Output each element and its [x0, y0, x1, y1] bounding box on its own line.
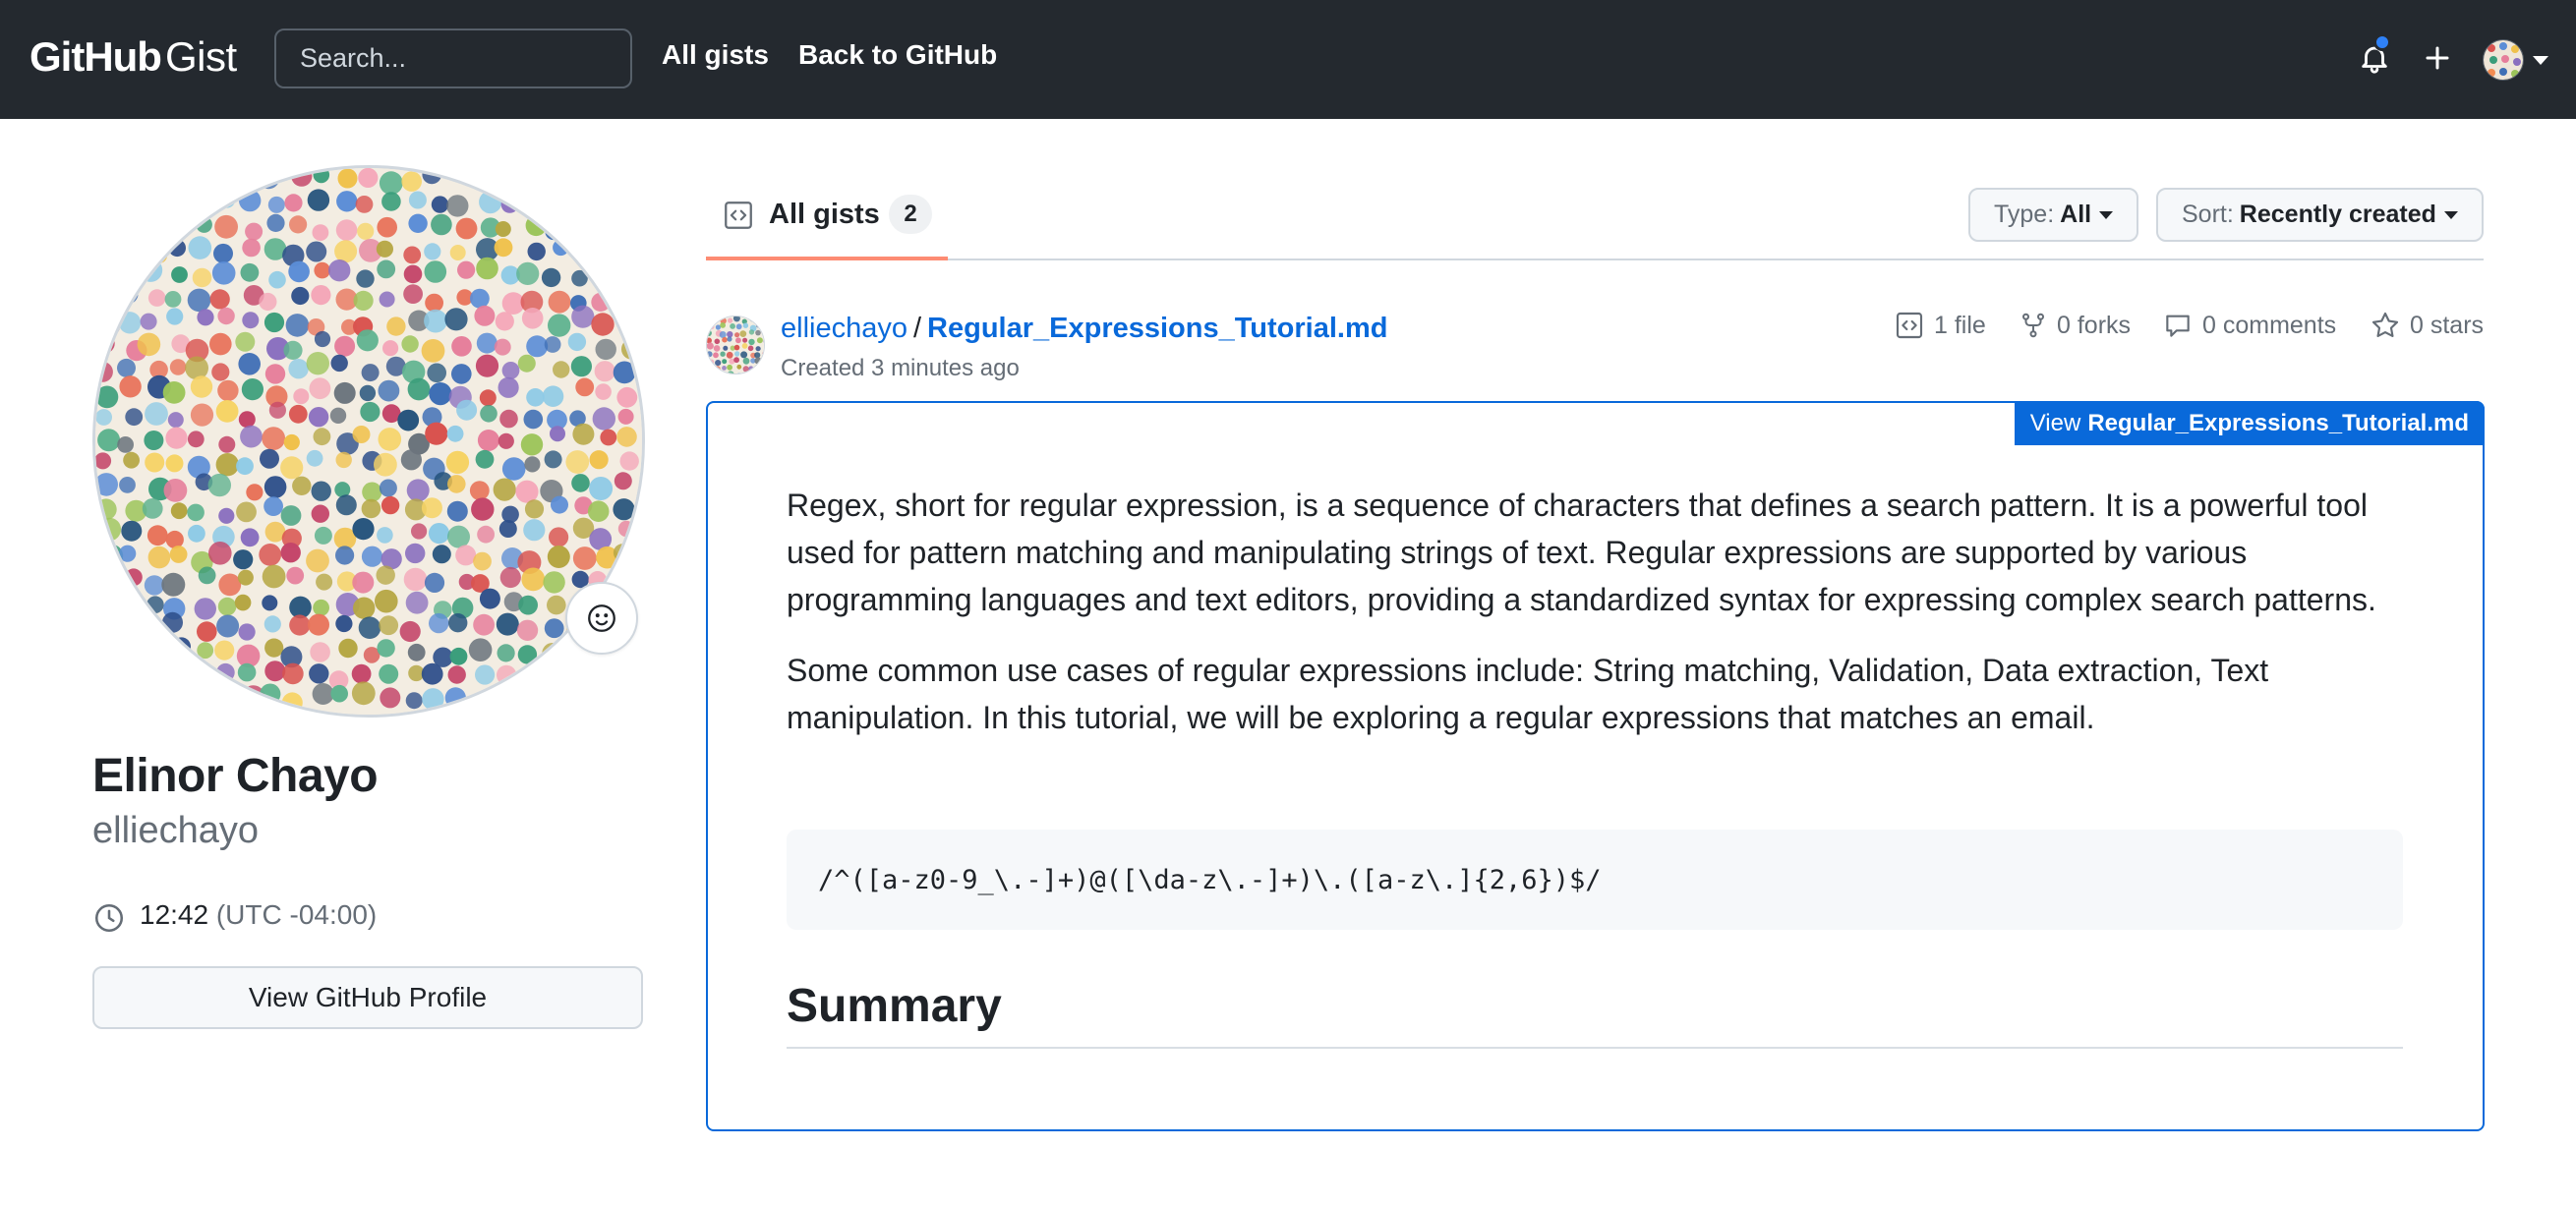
tab-label: All gists — [769, 199, 880, 230]
user-avatar-menu[interactable] — [2483, 39, 2524, 81]
forks-count-link[interactable]: 0 forks — [2019, 310, 2131, 341]
summary-heading: Summary — [787, 979, 2403, 1049]
code-square-icon — [725, 201, 752, 229]
github-gist-logo[interactable]: GitHub Gist — [29, 33, 237, 85]
view-file-button[interactable]: View Regular_Expressions_Tutorial.md — [2014, 401, 2485, 445]
tabs-divider — [706, 259, 2484, 260]
notification-indicator — [2373, 33, 2391, 51]
profile-username: elliechayo — [92, 810, 259, 851]
gist-title: elliechayo / Regular_Expressions_Tutorial.… — [781, 313, 1387, 345]
comments-count-link[interactable]: 0 comments — [2162, 310, 2336, 341]
paragraph: Some common use cases of regular express… — [787, 653, 2269, 735]
forks-count: 0 forks — [2057, 311, 2132, 339]
stars-count-link[interactable]: 0 stars — [2370, 310, 2484, 341]
set-status-button[interactable] — [565, 582, 638, 655]
profile-name: Elinor Chayo — [92, 750, 379, 802]
profile-avatar — [92, 165, 645, 718]
stars-count: 0 stars — [2410, 311, 2485, 339]
view-file-prefix: View — [2029, 409, 2081, 436]
type-filter-label: Type: — [1994, 201, 2055, 228]
top-header: GitHub Gist All gists Back to GitHub — [0, 0, 2576, 119]
sort-label: Sort: — [2182, 201, 2234, 228]
sort-select[interactable]: Sort: Recently created — [2156, 188, 2484, 242]
comments-count: 0 comments — [2202, 311, 2337, 339]
view-file-name: Regular_Expressions_Tutorial.md — [2087, 409, 2469, 436]
gist-created-time: Created 3 minutes ago — [781, 355, 1020, 381]
caret-down-icon — [2099, 210, 2114, 219]
plus-icon[interactable] — [2417, 37, 2458, 79]
type-filter-value: All — [2060, 201, 2092, 228]
comment-icon — [2166, 315, 2190, 337]
tab-all-gists[interactable]: All gists 2 — [706, 193, 948, 260]
star-icon — [2371, 312, 2399, 337]
sort-value: Recently created — [2239, 201, 2436, 228]
gist-filename-link[interactable]: Regular_Expressions_Tutorial.md — [927, 313, 1387, 344]
gist-owner-link[interactable]: elliechayo — [781, 313, 907, 344]
logo-github-text: GitHub — [29, 33, 162, 80]
paragraph: Regex, short for regular expression, is … — [787, 488, 2376, 617]
code-block: /^([a-z0-9_\.-]+)@([\da-z\.-]+)\.([a-z\.… — [787, 830, 2403, 930]
caret-down-icon[interactable] — [2533, 56, 2548, 65]
fork-icon — [2022, 313, 2044, 338]
caret-down-icon — [2443, 210, 2458, 219]
logo-gist-text: Gist — [164, 33, 237, 80]
files-count: 1 file — [1934, 311, 1986, 339]
markdown-body: Regex, short for regular expression, is … — [787, 482, 2403, 741]
view-github-profile-button[interactable]: View GitHub Profile — [92, 966, 643, 1029]
title-separator: / — [912, 313, 922, 344]
local-time: 12:42 (UTC -04:00) — [140, 899, 377, 931]
gist-preview-box[interactable]: View Regular_Expressions_Tutorial.md Reg… — [706, 401, 2485, 1131]
type-filter-select[interactable]: Type: All — [1968, 188, 2139, 242]
search-input[interactable] — [274, 29, 632, 88]
local-time-value: 12:42 — [140, 899, 209, 930]
clock-icon — [94, 903, 124, 933]
smiley-icon — [588, 604, 615, 632]
gist-owner-avatar[interactable] — [706, 316, 765, 374]
timezone: (UTC -04:00) — [215, 899, 378, 930]
nav-back-to-github[interactable]: Back to GitHub — [798, 39, 997, 71]
tab-count-badge: 2 — [889, 195, 932, 234]
nav-all-gists[interactable]: All gists — [662, 39, 769, 71]
code-square-icon — [1896, 312, 1923, 339]
files-count-link[interactable]: 1 file — [1894, 310, 1986, 341]
